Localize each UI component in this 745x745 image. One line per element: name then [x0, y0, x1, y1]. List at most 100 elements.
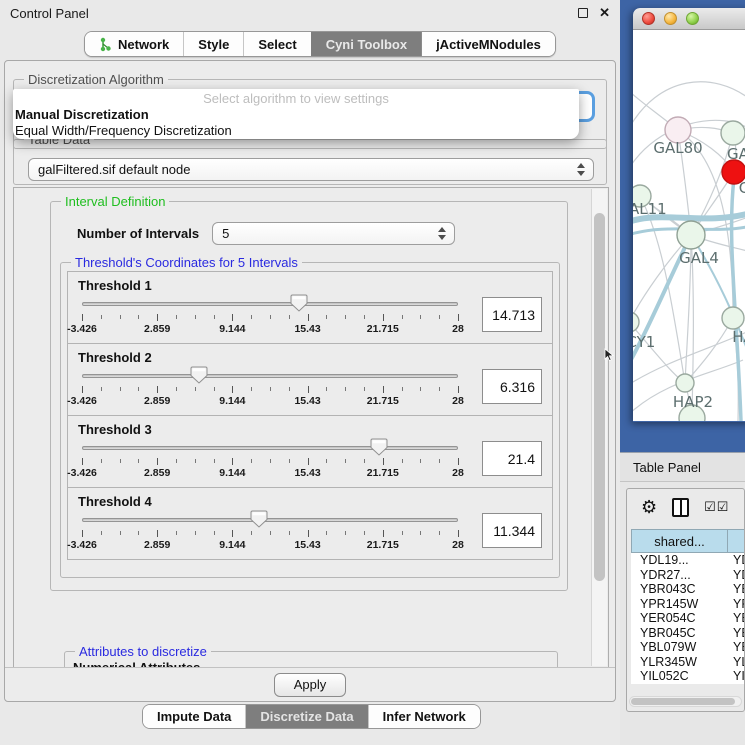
gear-icon[interactable]: ⚙ [641, 498, 657, 516]
bottom-tab-impute-data[interactable]: Impute Data [143, 705, 245, 728]
tab-label: Style [198, 37, 229, 52]
tick-label: -3.426 [67, 395, 97, 407]
node-right[interactable] [722, 307, 744, 329]
bottom-tab-infer-network[interactable]: Infer Network [368, 705, 480, 728]
slider-thumb[interactable] [190, 366, 208, 384]
slider-thumb[interactable] [290, 294, 308, 312]
table-cell: YPR145W [631, 597, 728, 611]
tick-label: 9.144 [219, 323, 245, 335]
slider-thumb[interactable] [250, 510, 268, 528]
number-of-intervals-value: 5 [222, 226, 229, 241]
node-label: GA [727, 145, 745, 163]
tick-label: 28 [452, 467, 464, 479]
tick-label: 2.859 [144, 395, 170, 407]
right-region: GAL80GACGAL11GAL4GCY1HAHAP2 Table Panel … [620, 0, 745, 745]
threshold-panel-1: Threshold 1 -3.4262.8599.14415.4321.7152… [67, 271, 553, 344]
table-row[interactable]: YBR045CYBR0 [631, 626, 745, 641]
spinner-arrows-icon[interactable] [438, 227, 446, 240]
table-data-combobox[interactable]: galFiltered.sif default node [28, 158, 594, 181]
table-panel-toolbar: ⚙ ☑☑ [627, 489, 744, 525]
network-view-window[interactable]: GAL80GACGAL11GAL4GCY1HAHAP2 [633, 8, 745, 422]
slider-tick-labels: -3.4262.8599.14415.4321.71528 [82, 467, 458, 479]
threshold-label: Threshold 2 [68, 344, 552, 365]
node-gal4[interactable] [677, 221, 705, 249]
control-panel: Control Panel ✕ Network Style Select Cyni T… [0, 0, 620, 745]
column-header-shared-name[interactable]: shared... [631, 529, 728, 553]
mouse-cursor [604, 348, 616, 362]
scrollbar-thumb[interactable] [631, 698, 735, 705]
control-panel-titlebar: Control Panel ✕ [0, 0, 620, 26]
minimize-traffic-light-icon[interactable] [664, 12, 677, 25]
float-window-icon[interactable] [578, 8, 588, 18]
network-graph: GAL80GACGAL11GAL4GCY1HAHAP2 [633, 30, 745, 421]
threshold-panel-4: Threshold 4 -3.4262.8599.14415.4321.7152… [67, 487, 553, 560]
tab-cyni-toolbox[interactable]: Cyni Toolbox [311, 32, 421, 56]
settings-vertical-scrollbar[interactable] [591, 189, 607, 666]
tab-select[interactable]: Select [243, 32, 310, 56]
threshold-value-box[interactable]: 11.344 [482, 513, 542, 548]
thresholds-group: Threshold's Coordinates for 5 Intervals … [60, 262, 560, 578]
threshold-slider[interactable]: -3.4262.8599.14415.4321.71528 [82, 509, 458, 555]
node-label: GCY1 [633, 333, 655, 351]
node-top-right[interactable] [721, 121, 745, 145]
table-row[interactable]: YER054CYER0 [631, 611, 745, 626]
table-cell: YBL079W [631, 640, 728, 654]
node-label: C [739, 179, 745, 197]
node-gcy1[interactable] [633, 312, 639, 332]
threshold-slider[interactable]: -3.4262.8599.14415.4321.71528 [82, 365, 458, 411]
node-hap2[interactable] [676, 374, 694, 392]
number-of-intervals-combobox[interactable]: 5 [212, 222, 455, 245]
tick-label: -3.426 [67, 539, 97, 551]
table-row[interactable]: YBL079WYBL0 [631, 640, 745, 655]
table-horizontal-scrollbar[interactable] [629, 696, 742, 707]
close-traffic-light-icon[interactable] [642, 12, 655, 25]
tab-network[interactable]: Network [85, 32, 183, 56]
threshold-value-box[interactable]: 14.713 [482, 297, 542, 332]
algorithm-option-equal-width[interactable]: Equal Width/Frequency Discretization [13, 122, 579, 138]
tab-jactivemnodules[interactable]: jActiveMNodules [421, 32, 555, 56]
table-row[interactable]: YLR345WYLR3 [631, 655, 745, 670]
apply-button[interactable]: Apply [274, 673, 346, 697]
table-row[interactable]: YDR27...YDR2 [631, 568, 745, 583]
bottom-tab-discretize-data[interactable]: Discretize Data [245, 705, 367, 728]
threshold-slider[interactable]: -3.4262.8599.14415.4321.71528 [82, 437, 458, 483]
tick-label: 9.144 [219, 395, 245, 407]
tick-label: 15.43 [294, 539, 320, 551]
table-panel: ⚙ ☑☑ shared... na YDL19...YDL1YDR27...YD… [626, 488, 745, 712]
threshold-slider[interactable]: -3.4262.8599.14415.4321.71528 [82, 293, 458, 339]
table-cell: YDL1 [728, 553, 745, 567]
number-of-intervals-label: Number of Intervals [77, 226, 199, 241]
threshold-value-box[interactable]: 6.316 [482, 369, 542, 404]
tab-label: Select [258, 37, 296, 52]
table-row[interactable]: YDL19...YDL1 [631, 553, 745, 568]
slider-track[interactable] [82, 302, 458, 306]
tab-label: Discretize Data [260, 709, 353, 724]
slider-track[interactable] [82, 518, 458, 522]
network-canvas[interactable]: GAL80GACGAL11GAL4GCY1HAHAP2 [633, 30, 745, 421]
threshold-value-box[interactable]: 21.4 [482, 441, 542, 476]
table-row[interactable]: YPR145WYPR1 [631, 597, 745, 612]
slider-thumb[interactable] [370, 438, 388, 456]
table-row[interactable]: YBR043CYBR0 [631, 582, 745, 597]
algorithm-option-manual[interactable]: Manual Discretization [13, 106, 579, 122]
attributes-group-title: Attributes to discretize [75, 644, 211, 659]
apply-row: Apply [5, 667, 615, 701]
interval-definition-group: Interval Definition Number of Intervals … [50, 201, 568, 591]
column-header-name[interactable]: na [728, 529, 745, 553]
split-panel-icon[interactable] [672, 498, 689, 517]
table-row[interactable]: YIL052CYIL0 [631, 669, 745, 684]
node-table: shared... na YDL19...YDL1YDR27...YDR2YBR… [631, 529, 745, 684]
tick-label: -3.426 [67, 467, 97, 479]
spinner-arrows-icon[interactable] [577, 163, 585, 176]
zoom-traffic-light-icon[interactable] [686, 12, 699, 25]
tick-label: 21.715 [367, 323, 399, 335]
column-checkboxes-icon[interactable]: ☑☑ [704, 499, 729, 515]
network-window-titlebar [633, 8, 745, 30]
tab-style[interactable]: Style [183, 32, 243, 56]
close-icon[interactable]: ✕ [599, 8, 610, 18]
slider-track[interactable] [82, 374, 458, 378]
scrollbar-thumb[interactable] [594, 213, 605, 581]
slider-tick-labels: -3.4262.8599.14415.4321.71528 [82, 395, 458, 407]
slider-track[interactable] [82, 446, 458, 450]
tab-label: Infer Network [383, 709, 466, 724]
